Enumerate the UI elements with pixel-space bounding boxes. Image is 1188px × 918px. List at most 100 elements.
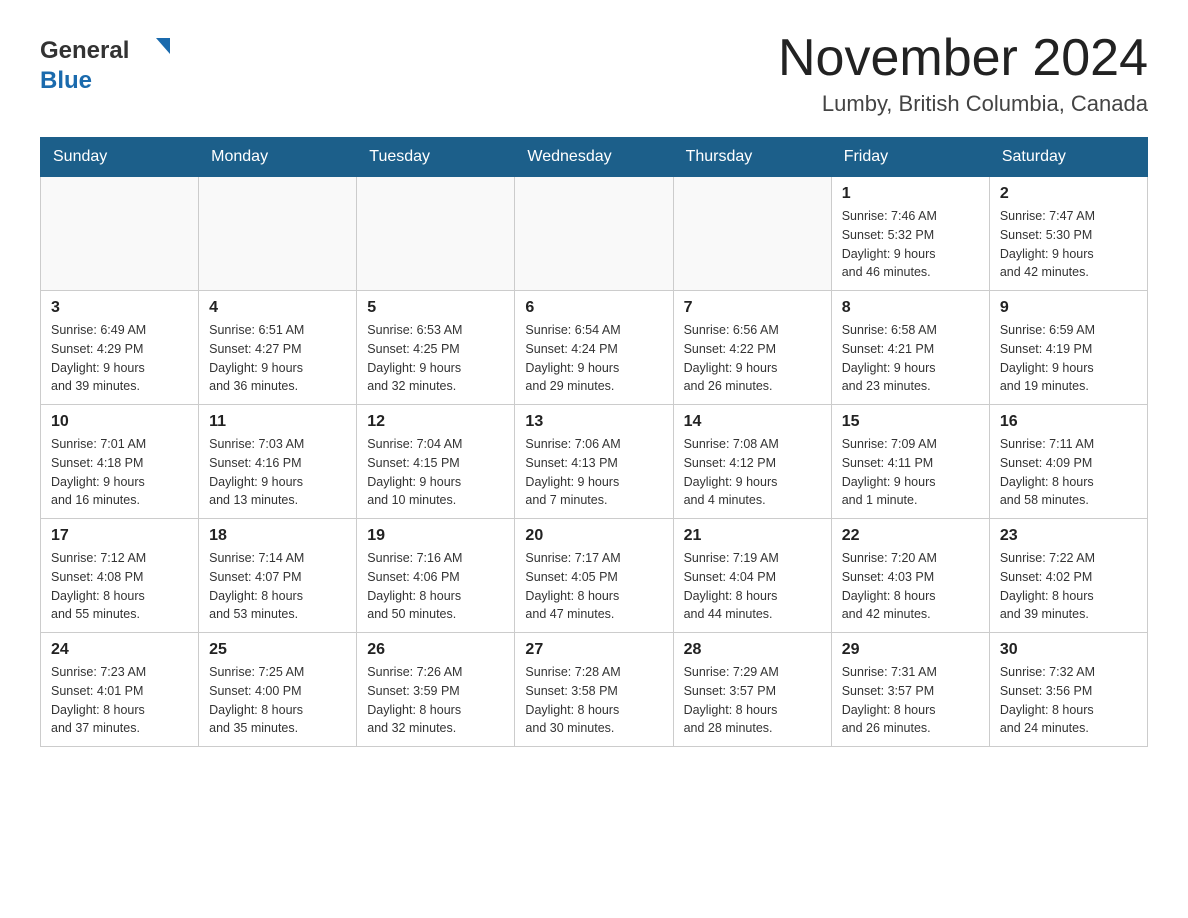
day-number: 14 — [684, 413, 821, 431]
calendar-cell: 18 Sunrise: 7:14 AM Sunset: 4:07 PM Dayli… — [199, 519, 357, 633]
calendar-cell: 14 Sunrise: 7:08 AM Sunset: 4:12 PM Dayli… — [673, 405, 831, 519]
day-number: 18 — [209, 527, 346, 545]
calendar-cell: 13Sunrise: 7:06 AM Sunset: 4:13 PM Dayli… — [515, 405, 673, 519]
day-number: 10 — [51, 413, 188, 431]
day-info: Sunrise: 7:09 AM Sunset: 4:11 PM Dayligh… — [842, 435, 979, 510]
day-number: 30 — [1000, 641, 1137, 659]
day-number: 19 — [367, 527, 504, 545]
day-number: 2 — [1000, 185, 1137, 203]
calendar-cell: 1 Sunrise: 7:46 AM Sunset: 5:32 PM Daylig… — [831, 177, 989, 291]
calendar-cell: 20 Sunrise: 7:17 AM Sunset: 4:05 PM Dayli… — [515, 519, 673, 633]
day-info: Sunrise: 7:25 AM Sunset: 4:00 PM Dayligh… — [209, 663, 346, 738]
calendar-cell: 4Sunrise: 6:51 AM Sunset: 4:27 PM Daylig… — [199, 291, 357, 405]
day-info: Sunrise: 7:14 AM Sunset: 4:07 PM Dayligh… — [209, 549, 346, 624]
day-info: Sunrise: 7:28 AM Sunset: 3:58 PM Dayligh… — [525, 663, 662, 738]
weekday-header: Saturday — [989, 138, 1147, 177]
calendar-week-row: 3 Sunrise: 6:49 AM Sunset: 4:29 PM Daylig… — [41, 291, 1148, 405]
calendar-cell: 16 Sunrise: 7:11 AM Sunset: 4:09 PM Dayli… — [989, 405, 1147, 519]
day-info: Sunrise: 6:49 AM Sunset: 4:29 PM Dayligh… — [51, 321, 188, 396]
calendar-cell: 28Sunrise: 7:29 AM Sunset: 3:57 PM Dayli… — [673, 633, 831, 747]
logo-svg: General Blue — [40, 30, 180, 98]
calendar-week-row: 10 Sunrise: 7:01 AM Sunset: 4:18 PM Dayli… — [41, 405, 1148, 519]
calendar-cell — [41, 177, 199, 291]
calendar-cell: 25 Sunrise: 7:25 AM Sunset: 4:00 PM Dayli… — [199, 633, 357, 747]
calendar-cell: 22Sunrise: 7:20 AM Sunset: 4:03 PM Dayli… — [831, 519, 989, 633]
calendar-cell: 10 Sunrise: 7:01 AM Sunset: 4:18 PM Dayli… — [41, 405, 199, 519]
day-number: 11 — [209, 413, 346, 431]
day-info: Sunrise: 7:04 AM Sunset: 4:15 PM Dayligh… — [367, 435, 504, 510]
calendar-cell — [199, 177, 357, 291]
weekday-header: Monday — [199, 138, 357, 177]
day-info: Sunrise: 7:01 AM Sunset: 4:18 PM Dayligh… — [51, 435, 188, 510]
calendar-cell: 17 Sunrise: 7:12 AM Sunset: 4:08 PM Dayli… — [41, 519, 199, 633]
day-info: Sunrise: 7:20 AM Sunset: 4:03 PM Dayligh… — [842, 549, 979, 624]
day-number: 1 — [842, 185, 979, 203]
day-number: 24 — [51, 641, 188, 659]
day-number: 5 — [367, 299, 504, 317]
day-info: Sunrise: 7:32 AM Sunset: 3:56 PM Dayligh… — [1000, 663, 1137, 738]
calendar-subtitle: Lumby, British Columbia, Canada — [778, 91, 1148, 117]
day-info: Sunrise: 7:12 AM Sunset: 4:08 PM Dayligh… — [51, 549, 188, 624]
day-number: 29 — [842, 641, 979, 659]
calendar-cell: 11 Sunrise: 7:03 AM Sunset: 4:16 PM Dayli… — [199, 405, 357, 519]
calendar-cell — [515, 177, 673, 291]
weekday-header: Thursday — [673, 138, 831, 177]
calendar-cell: 6 Sunrise: 6:54 AM Sunset: 4:24 PM Daylig… — [515, 291, 673, 405]
day-info: Sunrise: 7:03 AM Sunset: 4:16 PM Dayligh… — [209, 435, 346, 510]
day-info: Sunrise: 6:58 AM Sunset: 4:21 PM Dayligh… — [842, 321, 979, 396]
day-number: 26 — [367, 641, 504, 659]
weekday-header: Friday — [831, 138, 989, 177]
weekday-header: Wednesday — [515, 138, 673, 177]
calendar-title: November 2024 — [778, 30, 1148, 87]
weekday-header: Tuesday — [357, 138, 515, 177]
calendar-week-row: 17 Sunrise: 7:12 AM Sunset: 4:08 PM Dayli… — [41, 519, 1148, 633]
calendar-cell: 3 Sunrise: 6:49 AM Sunset: 4:29 PM Daylig… — [41, 291, 199, 405]
calendar-cell: 2 Sunrise: 7:47 AM Sunset: 5:30 PM Daylig… — [989, 177, 1147, 291]
calendar-cell: 9 Sunrise: 6:59 AM Sunset: 4:19 PM Daylig… — [989, 291, 1147, 405]
day-number: 9 — [1000, 299, 1137, 317]
calendar-cell: 29Sunrise: 7:31 AM Sunset: 3:57 PM Dayli… — [831, 633, 989, 747]
day-number: 6 — [525, 299, 662, 317]
day-number: 27 — [525, 641, 662, 659]
header-row: SundayMondayTuesdayWednesdayThursdayFrid… — [41, 138, 1148, 177]
day-info: Sunrise: 7:23 AM Sunset: 4:01 PM Dayligh… — [51, 663, 188, 738]
day-info: Sunrise: 7:47 AM Sunset: 5:30 PM Dayligh… — [1000, 207, 1137, 282]
day-number: 8 — [842, 299, 979, 317]
calendar-cell: 24 Sunrise: 7:23 AM Sunset: 4:01 PM Dayli… — [41, 633, 199, 747]
day-info: Sunrise: 7:17 AM Sunset: 4:05 PM Dayligh… — [525, 549, 662, 624]
day-info: Sunrise: 7:11 AM Sunset: 4:09 PM Dayligh… — [1000, 435, 1137, 510]
day-info: Sunrise: 7:29 AM Sunset: 3:57 PM Dayligh… — [684, 663, 821, 738]
calendar-week-row: 1 Sunrise: 7:46 AM Sunset: 5:32 PM Daylig… — [41, 177, 1148, 291]
day-info: Sunrise: 6:59 AM Sunset: 4:19 PM Dayligh… — [1000, 321, 1137, 396]
day-number: 4 — [209, 299, 346, 317]
calendar-cell: 15 Sunrise: 7:09 AM Sunset: 4:11 PM Dayli… — [831, 405, 989, 519]
day-info: Sunrise: 7:19 AM Sunset: 4:04 PM Dayligh… — [684, 549, 821, 624]
day-info: Sunrise: 7:26 AM Sunset: 3:59 PM Dayligh… — [367, 663, 504, 738]
day-number: 20 — [525, 527, 662, 545]
calendar-cell — [673, 177, 831, 291]
day-info: Sunrise: 7:08 AM Sunset: 4:12 PM Dayligh… — [684, 435, 821, 510]
day-number: 17 — [51, 527, 188, 545]
calendar-cell: 26 Sunrise: 7:26 AM Sunset: 3:59 PM Dayli… — [357, 633, 515, 747]
day-info: Sunrise: 6:54 AM Sunset: 4:24 PM Dayligh… — [525, 321, 662, 396]
svg-text:Blue: Blue — [40, 67, 92, 94]
svg-text:General: General — [40, 37, 129, 64]
day-info: Sunrise: 7:46 AM Sunset: 5:32 PM Dayligh… — [842, 207, 979, 282]
weekday-header: Sunday — [41, 138, 199, 177]
calendar-cell — [357, 177, 515, 291]
day-info: Sunrise: 7:06 AM Sunset: 4:13 PM Dayligh… — [525, 435, 662, 510]
calendar-cell: 27 Sunrise: 7:28 AM Sunset: 3:58 PM Dayli… — [515, 633, 673, 747]
day-number: 16 — [1000, 413, 1137, 431]
day-number: 25 — [209, 641, 346, 659]
calendar-cell: 21Sunrise: 7:19 AM Sunset: 4:04 PM Dayli… — [673, 519, 831, 633]
day-info: Sunrise: 6:53 AM Sunset: 4:25 PM Dayligh… — [367, 321, 504, 396]
day-number: 15 — [842, 413, 979, 431]
day-number: 12 — [367, 413, 504, 431]
calendar-cell: 8 Sunrise: 6:58 AM Sunset: 4:21 PM Daylig… — [831, 291, 989, 405]
day-info: Sunrise: 7:22 AM Sunset: 4:02 PM Dayligh… — [1000, 549, 1137, 624]
calendar-cell: 30 Sunrise: 7:32 AM Sunset: 3:56 PM Dayli… — [989, 633, 1147, 747]
day-number: 23 — [1000, 527, 1137, 545]
header: General Blue November 2024 Lumby, Britis… — [40, 30, 1148, 117]
day-number: 3 — [51, 299, 188, 317]
day-info: Sunrise: 7:16 AM Sunset: 4:06 PM Dayligh… — [367, 549, 504, 624]
